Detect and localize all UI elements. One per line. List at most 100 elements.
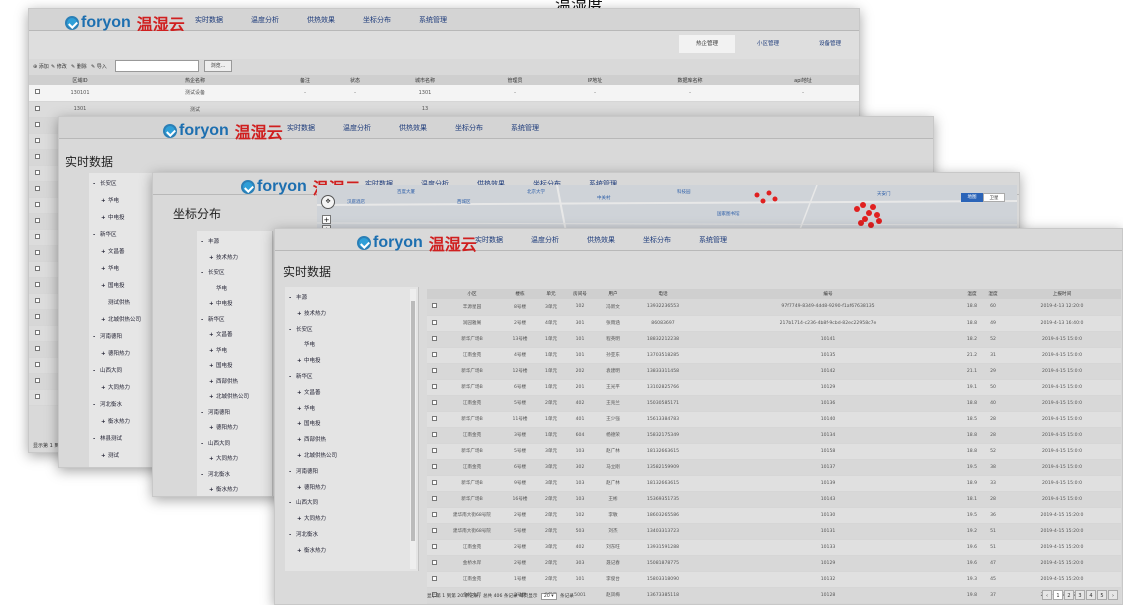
row-checkbox[interactable]: [34, 313, 40, 319]
row-checkbox[interactable]: [431, 303, 437, 309]
row-checkbox[interactable]: [34, 297, 40, 303]
tree-node[interactable]: - 丰源: [289, 293, 307, 301]
tree-toggle-icon[interactable]: -: [93, 368, 100, 374]
tree-toggle-icon[interactable]: +: [297, 437, 304, 443]
table-row[interactable]: 1301 测试 13: [29, 101, 859, 118]
tree-node[interactable]: + 大同热力: [297, 514, 326, 522]
nav-realtime[interactable]: 实时数据: [195, 15, 223, 25]
tree-node[interactable]: + 德阳热力: [297, 483, 326, 491]
tree-toggle-icon[interactable]: -: [201, 441, 208, 447]
sidebar-scrollbar[interactable]: [410, 289, 416, 569]
tree-node[interactable]: - 长安区: [93, 179, 117, 187]
tree-toggle-icon[interactable]: -: [201, 270, 208, 276]
tree-toggle-icon[interactable]: -: [289, 327, 296, 333]
row-checkbox[interactable]: [431, 319, 437, 325]
tree-toggle-icon[interactable]: -: [289, 500, 296, 506]
tree-toggle-icon[interactable]: -: [93, 402, 100, 408]
nav-system[interactable]: 系统管理: [511, 123, 539, 133]
tree-node[interactable]: + 西部供热: [297, 435, 326, 443]
row-checkbox-cell[interactable]: [29, 213, 45, 230]
tree-toggle-icon[interactable]: +: [209, 394, 216, 400]
tree-node[interactable]: - 河南德阳: [201, 408, 230, 416]
table-row[interactable]: 新华广场B 11号楼 1单元 401 王少强 15613384783 10140 18.5 28…: [427, 411, 1121, 428]
column-header[interactable]: 备注: [275, 75, 335, 85]
tree-node[interactable]: + 北城供热公司: [101, 315, 141, 323]
column-header[interactable]: 温度: [961, 289, 983, 299]
tree-node[interactable]: + 北城供热公司: [209, 392, 249, 400]
page-button[interactable]: 2: [1064, 590, 1074, 600]
nav-coordinates[interactable]: 坐标分布: [455, 123, 483, 133]
page-button[interactable]: 4: [1086, 590, 1096, 600]
table-row[interactable]: 江南金苑 2号楼 3单元 402 刘东旺 13931591288 10133 19.6 51 20…: [427, 539, 1121, 556]
column-header[interactable]: 电话: [631, 289, 695, 299]
row-checkbox-cell[interactable]: [427, 459, 441, 476]
row-checkbox-cell[interactable]: [427, 347, 441, 364]
column-header[interactable]: 房间号: [565, 289, 595, 299]
row-checkbox[interactable]: [431, 415, 437, 421]
tree-toggle-icon[interactable]: -: [289, 374, 296, 380]
browse-button[interactable]: 浏览...: [204, 60, 232, 72]
row-checkbox-cell[interactable]: [29, 229, 45, 246]
row-checkbox[interactable]: [431, 351, 437, 357]
table-row[interactable]: 新华广场B 5号楼 3单元 103 赵广林 18132663615 10158 18.8 52 2…: [427, 443, 1121, 460]
column-header[interactable]: IP地址: [555, 75, 635, 85]
tree-toggle-icon[interactable]: +: [101, 283, 108, 289]
nav-system[interactable]: 系统管理: [699, 235, 727, 245]
nav-realtime[interactable]: 实时数据: [287, 123, 315, 133]
row-checkbox-cell[interactable]: [427, 523, 441, 540]
tree-node[interactable]: + 中电投: [297, 356, 321, 364]
row-checkbox-cell[interactable]: [29, 373, 45, 390]
tree-toggle-icon[interactable]: -: [289, 469, 296, 475]
page-size-select[interactable]: 20 ▾: [540, 593, 557, 600]
row-checkbox-cell[interactable]: [29, 277, 45, 294]
table-row[interactable]: 江南金苑 5号楼 2单元 402 王兆兰 15030585171 10136 18.8 40 20…: [427, 395, 1121, 412]
row-checkbox[interactable]: [431, 543, 437, 549]
table-row[interactable]: 建华南大街68号院 5号楼 2单元 503 刘杰 13403313723 10131 19.2…: [427, 523, 1121, 540]
column-header[interactable]: 湿度: [983, 289, 1003, 299]
column-header[interactable]: 用户: [595, 289, 631, 299]
tree-toggle-icon[interactable]: +: [209, 487, 216, 493]
column-header[interactable]: 管理员: [475, 75, 555, 85]
row-checkbox-cell[interactable]: [29, 357, 45, 374]
row-checkbox-cell[interactable]: [427, 315, 441, 332]
nav-heating-effect[interactable]: 供热效果: [399, 123, 427, 133]
tree-node[interactable]: + 测试: [101, 451, 119, 459]
row-checkbox[interactable]: [431, 575, 437, 581]
table-row[interactable]: 130101 测试设备 - -1301- - - -: [29, 85, 859, 102]
row-checkbox-cell[interactable]: [29, 117, 45, 134]
tree-toggle-icon[interactable]: +: [101, 215, 108, 221]
column-header[interactable]: 数据库名称: [635, 75, 745, 85]
tree-node[interactable]: - 河北衡水: [93, 400, 122, 408]
nav-heating-effect[interactable]: 供热效果: [587, 235, 615, 245]
table-row[interactable]: 新华广场B 9号楼 3单元 103 赵广林 18132663615 10139 18.9 33 2…: [427, 475, 1121, 492]
nav-coordinates[interactable]: 坐标分布: [363, 15, 391, 25]
tree-toggle-icon[interactable]: +: [101, 198, 108, 204]
tree-toggle-icon[interactable]: +: [101, 266, 108, 272]
row-checkbox-cell[interactable]: [427, 395, 441, 412]
tree-toggle-icon[interactable]: +: [209, 301, 216, 307]
tree-toggle-icon[interactable]: -: [93, 436, 100, 442]
row-checkbox-cell[interactable]: [427, 571, 441, 588]
column-header[interactable]: 单元: [537, 289, 565, 299]
row-checkbox-cell[interactable]: [427, 555, 441, 572]
tree-node[interactable]: + 文昌善: [101, 247, 125, 255]
row-checkbox[interactable]: [431, 527, 437, 533]
tree-node[interactable]: 测试供热: [101, 298, 130, 306]
tree-toggle-icon[interactable]: +: [101, 385, 108, 391]
row-checkbox[interactable]: [34, 121, 40, 127]
row-checkbox-cell[interactable]: [29, 293, 45, 310]
tree-toggle-icon[interactable]: -: [93, 232, 100, 238]
table-row[interactable]: 新华广场B 13号楼 1单元 101 程英明 18832212238 10141 18.2 52…: [427, 331, 1121, 348]
map-type-button[interactable]: 地图: [961, 193, 983, 202]
tree-node[interactable]: - 林县测试: [93, 434, 122, 442]
tree-node[interactable]: + 华电: [101, 264, 119, 272]
tree-toggle-icon[interactable]: +: [209, 348, 216, 354]
logo[interactable]: foryon 温湿云: [163, 119, 283, 143]
file-input[interactable]: [115, 60, 199, 72]
row-checkbox-cell[interactable]: [29, 85, 45, 102]
tree-toggle-icon[interactable]: +: [101, 317, 108, 323]
table-row[interactable]: 建华南大街68号院 2号楼 2单元 102 李敏 18603265586 10130 19.5…: [427, 507, 1121, 524]
tab-community[interactable]: 小区管理: [757, 35, 779, 53]
tree-node[interactable]: + 德阳热力: [101, 349, 130, 357]
row-checkbox[interactable]: [34, 105, 40, 111]
